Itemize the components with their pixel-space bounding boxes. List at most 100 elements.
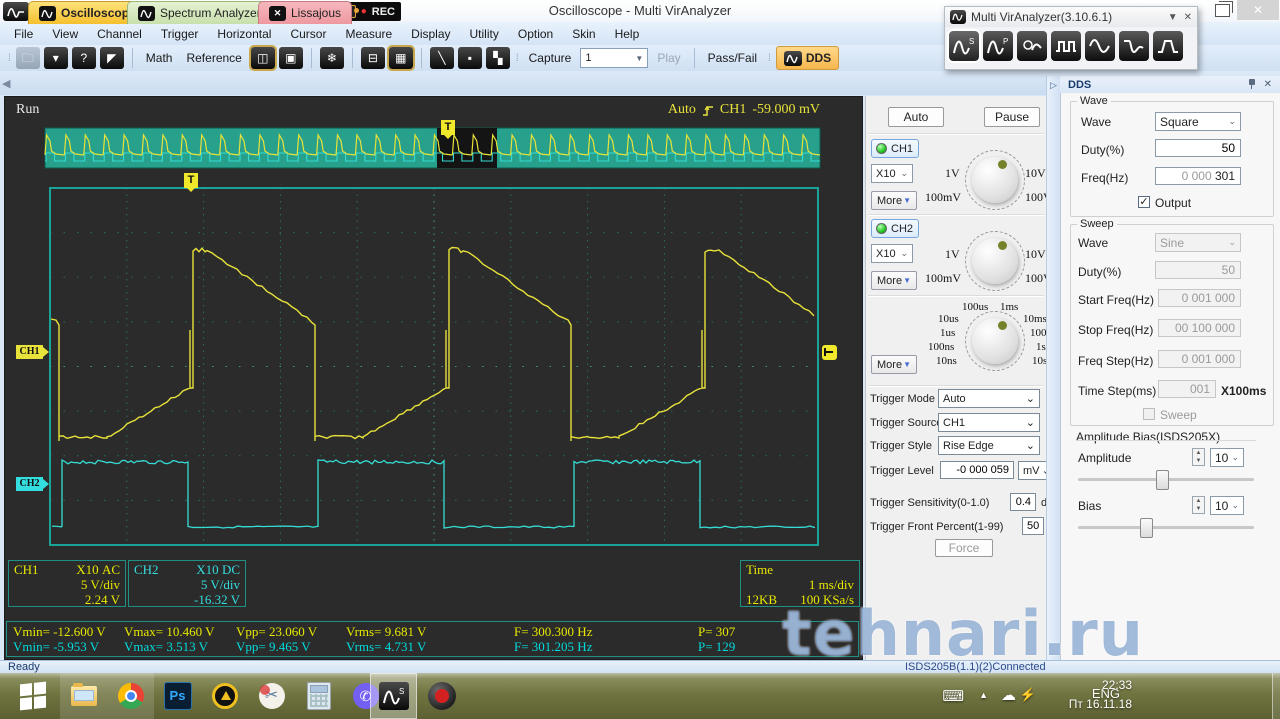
pause-button[interactable]: Pause — [984, 107, 1040, 127]
ch2-ground-marker[interactable]: CH2 — [16, 477, 43, 491]
launcher-dropdown-icon[interactable]: ▼ — [1168, 12, 1178, 23]
taskbar-photoshop[interactable]: Ps — [154, 673, 201, 719]
menu-display[interactable]: Display — [411, 27, 450, 41]
tab-spectrum-analyzer[interactable]: Spectrum Analyzer — [127, 1, 272, 24]
capture-count-select[interactable]: 1 ▼ — [580, 48, 648, 68]
open-file-button[interactable]: 🗀 — [16, 47, 40, 69]
ch2-volts-knob[interactable] — [972, 238, 1018, 284]
bias-select[interactable]: 10⌄ — [1210, 496, 1244, 515]
dds-freq-input[interactable]: 0 000 301 — [1155, 167, 1241, 185]
tab-lissajous[interactable]: ✕ Lissajous — [258, 1, 352, 24]
rec-label[interactable]: REC — [372, 6, 395, 18]
persistence-button[interactable]: ❄ — [320, 47, 344, 69]
menu-help[interactable]: Help — [615, 27, 640, 41]
ch1-probe-select[interactable]: X10⌄ — [871, 164, 913, 183]
passfail-button[interactable]: Pass/Fail — [703, 51, 762, 65]
dds-close-icon[interactable]: ✕ — [1264, 79, 1272, 90]
trigger-position-marker[interactable]: T — [184, 173, 198, 188]
start-button[interactable] — [8, 673, 58, 719]
filter-tool-button[interactable] — [1153, 31, 1183, 61]
help-button[interactable]: ? — [72, 47, 96, 69]
spinner-up-icon[interactable]: ▲ — [1196, 498, 1202, 504]
onedrive-cloud-icon[interactable]: ☁ — [1001, 686, 1016, 704]
freq-step-input[interactable] — [1158, 350, 1241, 368]
oscilloscope-tool-button[interactable]: S — [949, 31, 979, 61]
menu-horizontal[interactable]: Horizontal — [217, 27, 271, 41]
launcher-close-icon[interactable]: ✕ — [1184, 12, 1192, 23]
show-desktop-button[interactable] — [1272, 673, 1280, 719]
menu-cursor[interactable]: Cursor — [290, 27, 326, 41]
ch1-ground-marker[interactable]: CH1 — [16, 345, 43, 359]
menu-skin[interactable]: Skin — [572, 27, 595, 41]
menu-trigger[interactable]: Trigger — [161, 27, 199, 41]
start-freq-input[interactable] — [1158, 289, 1241, 307]
trigger-level-input[interactable] — [940, 461, 1014, 479]
pointer-tool-button[interactable]: ◤ — [100, 47, 124, 69]
timebase-knob[interactable] — [972, 318, 1018, 364]
ch1-volts-knob[interactable] — [972, 157, 1018, 203]
bias-spinner[interactable]: ▲▼ — [1192, 496, 1205, 514]
sweep-tool-button[interactable] — [1085, 31, 1115, 61]
ch1-more-button[interactable]: More▼ — [871, 191, 917, 210]
overview-trigger-position-marker[interactable]: T — [441, 120, 455, 135]
math-button[interactable]: Math — [141, 51, 178, 65]
bias-slider[interactable] — [1078, 526, 1254, 529]
taskbar-viranalyzer-active[interactable]: S — [370, 673, 417, 719]
amplitude-slider-thumb[interactable] — [1156, 470, 1169, 490]
stop-freq-input[interactable] — [1158, 319, 1241, 337]
dds-wave-select[interactable]: Square⌄ — [1155, 112, 1241, 131]
dds-toggle-button[interactable]: DDS — [776, 46, 839, 70]
touch-keyboard-icon[interactable]: ⌨ — [942, 687, 964, 705]
trigger-mode-select[interactable]: Auto⌄ — [938, 389, 1040, 408]
trigger-source-select[interactable]: CH1⌄ — [938, 413, 1040, 432]
dds-duty-input[interactable] — [1155, 139, 1241, 157]
force-trigger-button[interactable]: Force — [935, 539, 993, 557]
amplitude-spinner[interactable]: ▲▼ — [1192, 448, 1205, 466]
usb-device-icon[interactable]: ⚡ — [1020, 687, 1036, 703]
color-settings-button[interactable]: ▚ — [486, 47, 510, 69]
taskbar-chrome[interactable] — [107, 673, 154, 719]
spinner-down-icon[interactable]: ▼ — [1196, 458, 1202, 464]
trigger-level-marker[interactable] — [822, 345, 837, 360]
menu-channel[interactable]: Channel — [97, 27, 142, 41]
logic-tool-button[interactable] — [1051, 31, 1081, 61]
spinner-down-icon[interactable]: ▼ — [1196, 506, 1202, 512]
split-view-button[interactable]: ◫ — [251, 47, 275, 69]
tray-expand-icon[interactable]: ▲ — [979, 690, 988, 700]
multiwave-tool-button[interactable] — [1119, 31, 1149, 61]
bias-slider-thumb[interactable] — [1140, 518, 1153, 538]
save-button[interactable]: ▾ — [44, 47, 68, 69]
dot-style-button[interactable]: ▪ — [458, 47, 482, 69]
restore-window-button[interactable] — [1215, 4, 1230, 17]
sweep-checkbox[interactable] — [1143, 408, 1155, 420]
trigger-style-select[interactable]: Rise Edge⌄ — [938, 436, 1040, 455]
taskbar-snipping-tool[interactable]: ✂ — [248, 673, 295, 719]
sweep-wave-select[interactable]: Sine⌄ — [1155, 233, 1241, 252]
menu-option[interactable]: Option — [518, 27, 553, 41]
taskbar-recorder-app[interactable] — [418, 673, 465, 719]
pin-icon[interactable] — [1248, 79, 1256, 89]
close-window-button[interactable]: ✕ — [1237, 0, 1279, 20]
menu-measure[interactable]: Measure — [345, 27, 392, 41]
ch2-probe-select[interactable]: X10⌄ — [871, 244, 913, 263]
collapse-panel-icon[interactable]: ▷ — [1050, 80, 1057, 91]
menu-view[interactable]: View — [52, 27, 78, 41]
ch2-enable-button[interactable]: CH2 — [871, 219, 919, 238]
taskbar-calculator[interactable] — [295, 673, 342, 719]
tab-scroll-left-icon[interactable]: ◀ — [2, 77, 10, 90]
spinner-up-icon[interactable]: ▲ — [1196, 450, 1202, 456]
clock[interactable]: 22:33 Пт 16.11.18 — [1062, 676, 1132, 714]
screenshot-button[interactable]: ▦ — [389, 47, 413, 69]
launcher-titlebar[interactable]: Multi VirAnalyzer(3.10.6.1) ▼ ✕ — [945, 7, 1197, 27]
ch2-more-button[interactable]: More▼ — [871, 271, 917, 290]
sweep-duty-input[interactable] — [1155, 261, 1241, 279]
single-view-button[interactable]: ▣ — [279, 47, 303, 69]
record-tape-button[interactable]: ⊟ — [361, 47, 385, 69]
menu-file[interactable]: File — [14, 27, 33, 41]
record-tool-button[interactable] — [1017, 31, 1047, 61]
taskbar-aimp[interactable] — [201, 673, 248, 719]
ch1-enable-button[interactable]: CH1 — [871, 139, 919, 158]
auto-button[interactable]: Auto — [888, 107, 944, 127]
menu-utility[interactable]: Utility — [470, 27, 499, 41]
trigger-front-input[interactable] — [1022, 517, 1044, 535]
